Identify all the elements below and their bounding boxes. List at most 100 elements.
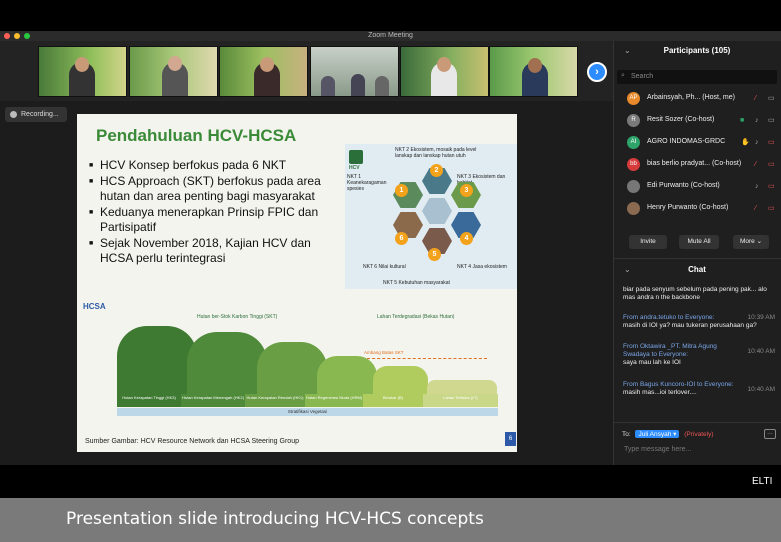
image-caption: Presentation slide introducing HCV-HCS c… bbox=[66, 509, 484, 529]
chat-message-text: masih di IOI ya? mau tukeran perusahaan … bbox=[623, 322, 757, 329]
chat-message: From andra.tetuko to Everyone: 10:39 AM … bbox=[623, 314, 775, 330]
chat-message-text: biar pada senyum sebelum pada pening pak… bbox=[623, 286, 767, 301]
recipient-select[interactable]: Juli Ansyah ▾ bbox=[635, 430, 680, 438]
stratification-label: Stratifikasi Vegetasi bbox=[117, 408, 498, 416]
bullet-item: Sejak November 2018, Kajian HCV dan HCSA… bbox=[89, 236, 339, 267]
video-thumbnail[interactable] bbox=[129, 46, 218, 97]
record-icon bbox=[10, 111, 17, 118]
shrub-canopy bbox=[373, 366, 428, 394]
chat-message: From Oktawira _PT. Mitra Agung Swadaya t… bbox=[623, 343, 775, 367]
raise-hand-icon: ✋ bbox=[741, 139, 750, 146]
nkt2-label: NKT 2 Ekosistem, mosaik pada level lansk… bbox=[395, 147, 477, 159]
muted-mic-icon: ⁄ bbox=[755, 95, 757, 102]
video-off-icon: ▭ bbox=[768, 139, 775, 146]
participant-row[interactable]: bb bias berlio pradyat... (Co-host) ⁄ ▭ bbox=[613, 154, 781, 176]
participant-search-input[interactable]: Search bbox=[617, 70, 777, 84]
video-thumbnail[interactable] bbox=[310, 46, 399, 97]
threshold-label: Ambang Batas SKT bbox=[364, 350, 404, 355]
privately-label: (Privately) bbox=[684, 431, 714, 438]
search-icon: ⌕ bbox=[621, 72, 625, 79]
video-off-icon: ▭ bbox=[768, 205, 775, 212]
nkt-number-badge: 6 bbox=[395, 232, 408, 245]
participant-row[interactable]: Henry Purwanto (Co-host) ⁄ ▭ bbox=[613, 198, 781, 220]
to-label: To: bbox=[622, 431, 631, 438]
muted-mic-icon: ⁄ bbox=[755, 205, 757, 212]
degraded-label: Lahan Terdegradasi (Bekas Hutan) bbox=[377, 314, 455, 320]
video-thumbnail[interactable] bbox=[400, 46, 489, 97]
screen-share-icon: ■ bbox=[740, 117, 745, 124]
avatar: bb bbox=[627, 158, 640, 171]
avatar bbox=[627, 180, 640, 193]
video-off-icon: ▭ bbox=[768, 161, 775, 168]
divider bbox=[613, 422, 781, 423]
nkt4-label: NKT 4 Jasa ekosistem bbox=[457, 264, 507, 270]
video-off-icon: ▭ bbox=[768, 183, 775, 190]
chat-message: biar pada senyum sebelum pada pening pak… bbox=[623, 286, 775, 302]
open-land bbox=[427, 380, 497, 394]
hcsa-logo: HCSA bbox=[83, 302, 106, 311]
video-icon: ▭ bbox=[768, 95, 775, 102]
stratum-band: Hutan Kerapatan Rendah (HK1) bbox=[245, 394, 305, 407]
next-videos-button[interactable]: › bbox=[587, 62, 607, 82]
stratum-band: Hutan Regenerasi Muda (HRM) bbox=[305, 394, 363, 407]
chat-message: From Bagus Kuncoro-IOI to Everyone: 10:4… bbox=[623, 381, 775, 397]
nkt-number-badge: 2 bbox=[430, 164, 443, 177]
nkt6-label: NKT 6 Nilai kultural bbox=[363, 264, 406, 270]
avatar: R bbox=[627, 114, 640, 127]
participant-name: bias berlio pradyat... (Co-host) bbox=[647, 160, 742, 167]
participant-name: Edi Purwanto (Co-host) bbox=[647, 182, 720, 189]
avatar: AP bbox=[627, 92, 640, 105]
nkt5-label: NKT 5 Kebutuhan masyarakat bbox=[383, 280, 450, 286]
window-title: Zoom Meeting bbox=[368, 32, 413, 39]
participant-row[interactable]: AP Arbainsyah, Ph... (Host, me) ⁄ ▭ bbox=[613, 88, 781, 110]
participants-header: Participants (105) bbox=[663, 46, 731, 55]
mute-all-button[interactable]: Mute All bbox=[679, 235, 719, 249]
nkt-diagram: HCV NKT 2 Ekosistem, mosaik pada level l… bbox=[345, 144, 517, 289]
chat-time: 10:40 AM bbox=[747, 386, 775, 393]
stratum-band: Belukar (B) bbox=[363, 394, 423, 407]
bullet-item: HCS Approach (SKT) berfokus pada area hu… bbox=[89, 174, 339, 205]
video-thumbnail[interactable] bbox=[489, 46, 578, 97]
chat-sender: From Oktawira _PT. Mitra Agung Swadaya t… bbox=[623, 343, 717, 358]
video-thumbnail[interactable] bbox=[219, 46, 308, 97]
divider bbox=[613, 258, 781, 259]
bullet-item: Keduanya menerapkan Prinsip FPIC dan Par… bbox=[89, 205, 339, 236]
shared-slide: Pendahuluan HCV-HCSA HCV Konsep berfokus… bbox=[77, 114, 517, 452]
slide-bullets: HCV Konsep berfokus pada 6 NKT HCS Appro… bbox=[89, 158, 339, 267]
forest-canopy bbox=[187, 332, 267, 394]
participant-row[interactable]: Edi Purwanto (Co-host) ♪ ▭ bbox=[613, 176, 781, 198]
muted-mic-icon: ⁄ bbox=[755, 161, 757, 168]
threshold-line bbox=[367, 358, 487, 359]
chat-sender: From Bagus Kuncoro-IOI to Everyone: bbox=[623, 381, 734, 388]
mic-icon: ♪ bbox=[755, 139, 759, 146]
participant-row[interactable]: AI AGRO INDOMAS-GRDC ✋ ♪ ▭ bbox=[613, 132, 781, 154]
more-button[interactable]: More ⌄ bbox=[733, 235, 769, 249]
chat-recipient-row: To: Juli Ansyah ▾ (Privately) bbox=[622, 430, 714, 438]
participant-name: Arbainsyah, Ph... (Host, me) bbox=[647, 94, 735, 101]
chat-time: 10:40 AM bbox=[747, 348, 775, 355]
hcs-landscape-figure: HCSA Hutan ber-Stok Karbon Tinggi (SKT) … bbox=[77, 298, 517, 424]
chat-more-icon[interactable]: … bbox=[764, 429, 776, 439]
video-thumbnail[interactable] bbox=[38, 46, 127, 97]
stratum-band: Hutan Kerapatan Menengah (HK2) bbox=[181, 394, 245, 407]
skt-label: Hutan ber-Stok Karbon Tinggi (SKT) bbox=[197, 314, 278, 320]
invite-button[interactable]: Invite bbox=[629, 235, 667, 249]
nkt-number-badge: 1 bbox=[395, 184, 408, 197]
participant-name: AGRO INDOMAS-GRDC bbox=[647, 138, 726, 145]
nkt1-label: NKT 1 Keanekaragaman spesies bbox=[347, 174, 387, 192]
top-black-bar bbox=[0, 0, 781, 31]
avatar bbox=[627, 202, 640, 215]
chat-time: 10:39 AM bbox=[747, 314, 775, 321]
forest-canopy bbox=[317, 356, 377, 394]
participant-row[interactable]: R Resit Sozer (Co-host) ■ ♪ ▭ bbox=[613, 110, 781, 132]
nkt-hex-image bbox=[422, 198, 452, 224]
video-icon: ▭ bbox=[768, 117, 775, 124]
bullet-item: HCV Konsep berfokus pada 6 NKT bbox=[89, 158, 339, 174]
mic-icon: ♪ bbox=[755, 183, 759, 190]
chat-message-text: saya mau lah ke IOI bbox=[623, 359, 681, 366]
chat-input[interactable]: Type message here... bbox=[624, 446, 691, 453]
watermark: ELTI bbox=[752, 476, 773, 487]
participant-name: Henry Purwanto (Co-host) bbox=[647, 204, 729, 211]
stratum-band: Hutan Kerapatan Tinggi (HK3) bbox=[117, 394, 181, 407]
image-source: Sumber Gambar: HCV Resource Network dan … bbox=[85, 438, 299, 445]
